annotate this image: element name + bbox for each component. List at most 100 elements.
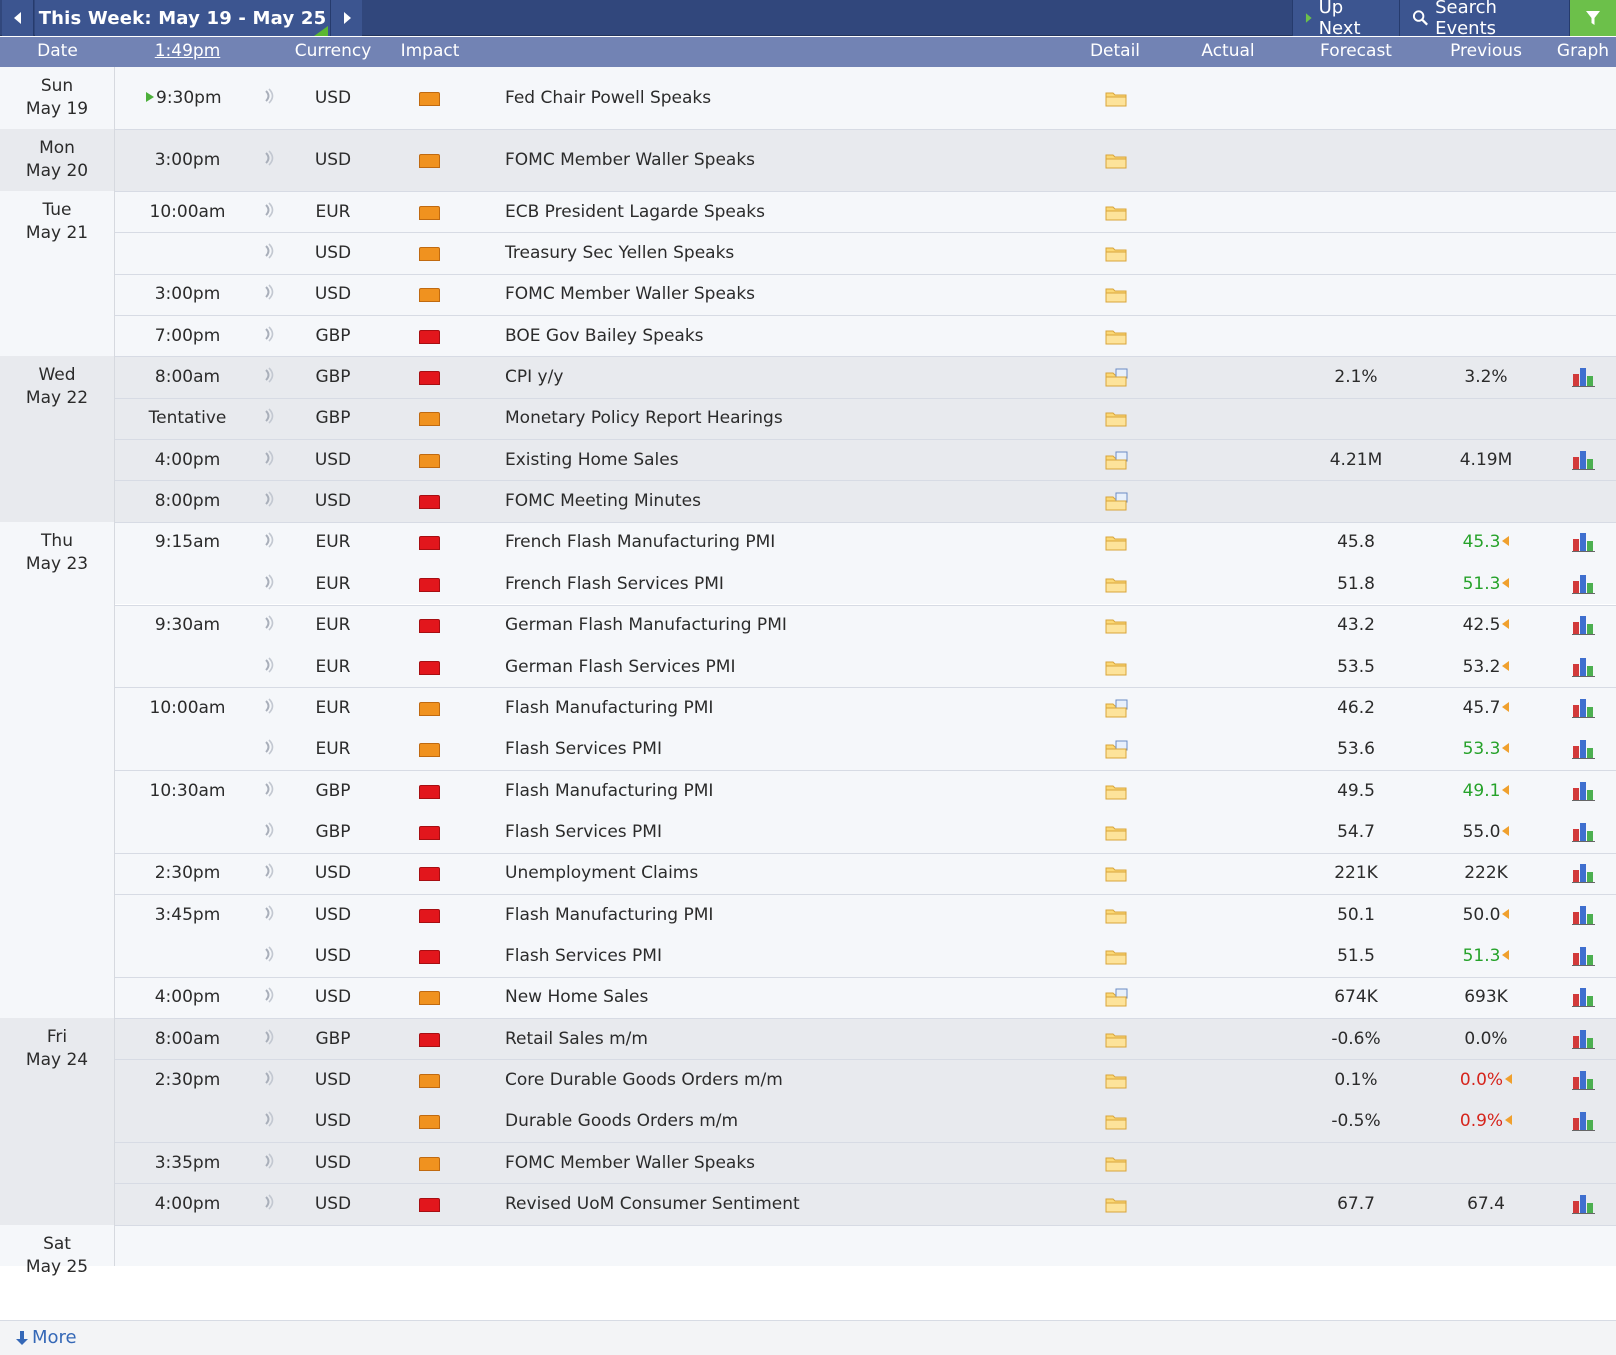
folder-icon[interactable] (1105, 823, 1127, 841)
event-title[interactable]: Fed Chair Powell Speaks (505, 88, 711, 108)
folder-chart-icon[interactable] (1105, 368, 1128, 387)
event-title[interactable]: Flash Services PMI (505, 822, 662, 842)
event-title[interactable]: Revised UoM Consumer Sentiment (505, 1194, 800, 1214)
graph-icon[interactable] (1572, 573, 1596, 595)
event-title[interactable]: Treasury Sec Yellen Speaks (505, 243, 734, 263)
event-row[interactable]: USD Durable Goods Orders m/m -0.5% 0.9% (0, 1100, 1616, 1143)
sound-icon[interactable] (262, 1153, 276, 1173)
event-title[interactable]: Durable Goods Orders m/m (505, 1111, 738, 1131)
folder-icon[interactable] (1105, 533, 1127, 551)
event-title[interactable]: Flash Services PMI (505, 946, 662, 966)
medium-impact-icon[interactable] (419, 245, 440, 262)
high-impact-icon[interactable] (419, 824, 440, 840)
event-row[interactable]: 7:00pm GBP BOE Gov Bailey Speaks (0, 315, 1616, 357)
revised-icon[interactable] (1502, 536, 1510, 547)
revised-icon[interactable] (1502, 743, 1510, 754)
graph-icon[interactable] (1572, 1069, 1596, 1091)
folder-icon[interactable] (1105, 409, 1127, 427)
revised-icon[interactable] (1502, 701, 1510, 712)
folder-icon[interactable] (1105, 285, 1127, 303)
revised-icon[interactable] (1502, 949, 1510, 960)
high-impact-icon[interactable] (419, 1031, 440, 1047)
medium-impact-icon[interactable] (419, 741, 440, 758)
medium-impact-icon[interactable] (419, 1072, 440, 1089)
revised-icon[interactable] (1502, 908, 1510, 919)
medium-impact-icon[interactable] (419, 1155, 440, 1171)
event-row[interactable]: 3:35pm USD FOMC Member Waller Speaks (0, 1142, 1616, 1184)
event-title[interactable]: Flash Services PMI (505, 739, 662, 759)
graph-icon[interactable] (1572, 862, 1596, 884)
sound-icon[interactable] (262, 326, 276, 346)
graph-icon[interactable] (1572, 986, 1596, 1008)
event-title[interactable]: Existing Home Sales (505, 450, 679, 470)
event-row[interactable]: 3:45pm USD Flash Manufacturing PMI 50.1 50.0 (0, 893, 1616, 936)
event-title[interactable]: FOMC Member Waller Speaks (505, 150, 755, 170)
week-title[interactable]: This Week: May 19 - May 25 (35, 0, 330, 36)
event-row[interactable]: 8:00am GBP Retail Sales m/m -0.6% 0.0% (0, 1018, 1616, 1060)
medium-impact-icon[interactable] (419, 700, 440, 716)
graph-icon[interactable] (1572, 904, 1596, 926)
event-title[interactable]: German Flash Services PMI (505, 657, 735, 677)
revised-icon[interactable] (1502, 619, 1510, 630)
up-next-button[interactable]: Up Next (1292, 0, 1399, 39)
folder-chart-icon[interactable] (1105, 492, 1128, 511)
event-row[interactable]: 3:00pm USD FOMC Member Waller Speaks (0, 273, 1616, 316)
folder-icon[interactable] (1105, 906, 1127, 924)
sound-icon[interactable] (262, 150, 276, 170)
event-title[interactable]: Unemployment Claims (505, 863, 698, 883)
event-row[interactable]: EUR Flash Services PMI 53.6 53.3 (0, 728, 1616, 770)
event-row[interactable]: EUR French Flash Services PMI 51.8 51.3 (0, 563, 1616, 605)
event-title[interactable]: FOMC Member Waller Speaks (505, 1153, 755, 1173)
sound-icon[interactable] (262, 243, 276, 263)
folder-chart-icon[interactable] (1105, 740, 1128, 759)
filter-button[interactable] (1569, 0, 1616, 36)
sound-icon[interactable] (262, 905, 276, 925)
event-row[interactable]: 10:00am EUR Flash Manufacturing PMI 46.2 45.… (0, 687, 1616, 729)
event-title[interactable]: ECB President Lagarde Speaks (505, 202, 765, 222)
graph-icon[interactable] (1572, 738, 1596, 760)
high-impact-icon[interactable] (419, 576, 440, 592)
folder-icon[interactable] (1105, 782, 1127, 800)
event-row[interactable]: 2:30pm USD Unemployment Claims 221K 222K (0, 852, 1616, 894)
event-title[interactable]: Monetary Policy Report Hearings (505, 408, 783, 428)
event-row[interactable]: EUR German Flash Services PMI 53.5 53.2 (0, 645, 1616, 688)
sound-icon[interactable] (262, 698, 276, 718)
sound-icon[interactable] (262, 656, 276, 677)
sound-icon[interactable] (262, 284, 276, 304)
graph-icon[interactable] (1572, 366, 1596, 388)
col-time[interactable]: 1:49pm (115, 41, 260, 61)
event-row[interactable]: 2:30pm USD Core Durable Goods Orders m/m 0.… (0, 1059, 1616, 1101)
sound-icon[interactable] (262, 202, 276, 222)
high-impact-icon[interactable] (419, 1196, 440, 1213)
event-title[interactable]: BOE Gov Bailey Speaks (505, 326, 704, 346)
sound-icon[interactable] (262, 987, 276, 1007)
folder-icon[interactable] (1105, 1030, 1127, 1048)
graph-icon[interactable] (1572, 1110, 1596, 1132)
graph-icon[interactable] (1572, 697, 1596, 719)
event-title[interactable]: FOMC Meeting Minutes (505, 491, 701, 511)
high-impact-icon[interactable] (419, 783, 440, 799)
sound-icon[interactable] (262, 780, 276, 801)
high-impact-icon[interactable] (419, 617, 440, 634)
folder-icon[interactable] (1105, 1154, 1127, 1172)
medium-impact-icon[interactable] (419, 204, 440, 220)
revised-icon[interactable] (1502, 577, 1510, 588)
folder-icon[interactable] (1105, 1195, 1127, 1213)
revised-icon[interactable] (1502, 825, 1510, 836)
sound-icon[interactable] (262, 1194, 276, 1214)
folder-icon[interactable] (1105, 151, 1127, 169)
medium-impact-icon[interactable] (419, 286, 440, 303)
event-row[interactable]: 3:00pm USD FOMC Member Waller Speaks (0, 129, 1616, 191)
folder-icon[interactable] (1105, 1071, 1127, 1089)
medium-impact-icon[interactable] (419, 152, 440, 168)
graph-icon[interactable] (1572, 945, 1596, 967)
sound-icon[interactable] (262, 946, 276, 966)
sound-icon[interactable] (262, 491, 276, 511)
graph-icon[interactable] (1572, 1028, 1596, 1050)
event-row[interactable]: 4:00pm USD New Home Sales 674K 693K (0, 976, 1616, 1018)
event-row[interactable]: 4:00pm USD Revised UoM Consumer Sentiment 6… (0, 1183, 1616, 1225)
folder-icon[interactable] (1105, 244, 1127, 262)
folder-icon[interactable] (1105, 947, 1127, 965)
sound-icon[interactable] (262, 739, 276, 759)
high-impact-icon[interactable] (419, 659, 440, 675)
